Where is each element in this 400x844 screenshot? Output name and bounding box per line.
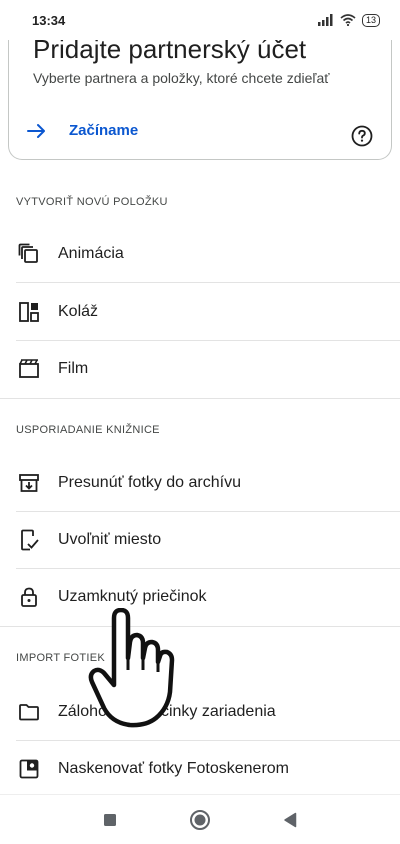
divider <box>16 282 400 283</box>
free-space-icon <box>18 529 40 551</box>
list-item-label: Uzamknutý priečinok <box>58 588 207 605</box>
card-subtitle: Vyberte partnera a položky, ktoré chcete… <box>33 70 330 86</box>
section-header-create: VYTVORIŤ NOVÚ POLOŽKU <box>16 196 168 208</box>
partner-account-card: Pridajte partnerský účet Vyberte partner… <box>8 20 392 160</box>
list-item-film[interactable]: Film <box>0 341 400 397</box>
status-time: 13:34 <box>32 12 66 28</box>
list-item-collage[interactable]: Koláž <box>0 284 400 340</box>
animation-icon <box>18 243 40 265</box>
status-bar: 13:34 13 <box>0 0 400 40</box>
status-icons: 13 <box>317 13 380 27</box>
back-button[interactable] <box>283 812 297 828</box>
list-item-animation[interactable]: Animácia <box>0 226 400 282</box>
signal-icon <box>317 14 333 26</box>
section-header-organize: USPORIADANIE KNIŽNICE <box>16 424 160 436</box>
list-item-label: Animácia <box>58 245 124 262</box>
wifi-icon <box>340 14 356 26</box>
lock-icon <box>18 586 40 608</box>
list-item-label: Naskenovať fotky Fotoskenerom <box>58 760 289 777</box>
section-divider <box>0 626 400 627</box>
list-item-label: Film <box>58 360 89 377</box>
get-started-label: Začíname <box>69 122 139 139</box>
list-item-archive[interactable]: Presunúť fotky do archívu <box>0 455 400 511</box>
collage-icon <box>18 301 40 323</box>
help-icon[interactable] <box>351 125 373 147</box>
section-header-import: IMPORT FOTIEK <box>16 652 106 664</box>
home-button[interactable] <box>189 809 211 831</box>
folder-icon <box>18 701 40 723</box>
system-nav-bar <box>0 794 400 844</box>
list-item-label: Uvoľniť miesto <box>58 531 162 548</box>
archive-icon <box>18 472 40 494</box>
list-item-backup-folders[interactable]: Zálohovať priečinky zariadenia <box>0 684 400 740</box>
film-icon <box>18 358 40 380</box>
photoscan-icon <box>18 758 40 780</box>
get-started-button[interactable]: Začíname <box>27 122 138 139</box>
list-item-locked-folder[interactable]: Uzamknutý priečinok <box>0 569 400 625</box>
section-divider <box>0 398 400 399</box>
list-item-free-space[interactable]: Uvoľniť miesto <box>0 512 400 568</box>
battery-icon: 13 <box>361 13 380 27</box>
list-item-label: Koláž <box>58 303 99 320</box>
recents-button[interactable] <box>103 813 117 827</box>
list-item-photoscan[interactable]: Naskenovať fotky Fotoskenerom <box>0 741 400 797</box>
arrow-right-icon <box>27 123 45 138</box>
list-item-label: Zálohovať priečinky zariadenia <box>58 703 276 720</box>
list-item-label: Presunúť fotky do archívu <box>58 474 241 491</box>
